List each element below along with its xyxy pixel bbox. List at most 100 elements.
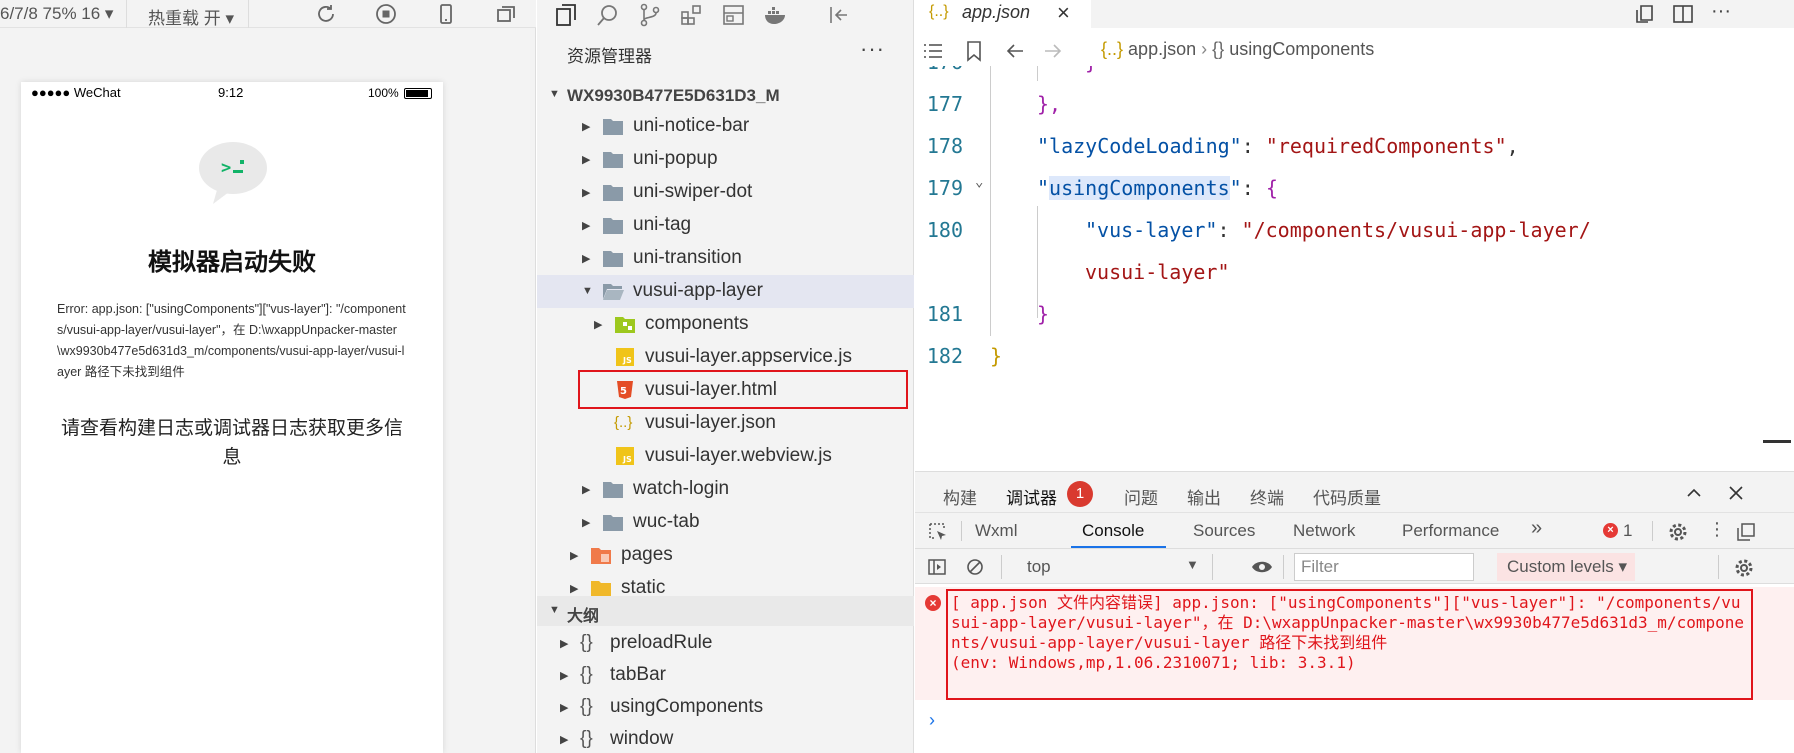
editor-tab-bar: {..} app.json × ···: [915, 0, 1794, 28]
tab-code-quality[interactable]: 代码质量: [1313, 484, 1381, 509]
js-file-icon: JS: [616, 447, 634, 465]
settings-gear-icon[interactable]: [1667, 521, 1689, 543]
tree-item-components[interactable]: ▶ components: [537, 308, 914, 341]
tree-item-static[interactable]: ▶ static: [537, 572, 914, 596]
layout-icon[interactable]: [721, 2, 747, 28]
tree-item-uni-swiper-dot[interactable]: ▶ uni-swiper-dot: [537, 176, 914, 209]
object-icon: {}: [580, 664, 593, 685]
search-icon[interactable]: [595, 2, 621, 28]
tab-build[interactable]: 构建: [943, 484, 977, 509]
stop-icon[interactable]: [374, 2, 398, 26]
chevron-right-icon: ▶: [560, 734, 569, 746]
refresh-icon[interactable]: [314, 2, 338, 26]
project-root[interactable]: ▼ WX9930B477E5D631D3_M: [537, 82, 914, 110]
tab-debugger[interactable]: 调试器: [1006, 484, 1057, 509]
debugger-error-badge: 1: [1067, 481, 1093, 507]
tree-item-uni-notice-bar[interactable]: ▶ uni-notice-bar: [537, 110, 914, 143]
breadcrumb-file[interactable]: app.json: [1128, 39, 1196, 59]
js-file-icon: JS: [616, 348, 634, 366]
console-filter-input[interactable]: [1294, 553, 1474, 581]
explorer-icon[interactable]: [553, 2, 579, 28]
chevron-up-icon[interactable]: [1685, 484, 1703, 502]
close-icon[interactable]: [1727, 484, 1745, 502]
outline-item-tabBar[interactable]: ▶ {} tabBar: [537, 659, 914, 692]
hot-reload-toggle[interactable]: 热重载 开 ▾: [148, 4, 234, 29]
open-preview-icon[interactable]: [1633, 2, 1657, 26]
clear-console-icon[interactable]: [965, 557, 985, 577]
tree-item-vusui-app-layer[interactable]: ▼ vusui-app-layer: [537, 275, 914, 308]
tree-item-wuc-tab[interactable]: ▶ wuc-tab: [537, 506, 914, 539]
log-levels-label: Custom levels ▾: [1507, 557, 1628, 576]
tab-network[interactable]: Network: [1293, 521, 1355, 541]
tree-item-label: uni-notice-bar: [633, 115, 750, 136]
tree-item-uni-popup[interactable]: ▶ uni-popup: [537, 143, 914, 176]
tree-item-uni-tag[interactable]: ▶ uni-tag: [537, 209, 914, 242]
code-editor[interactable]: 176 } 177 }, 178 "lazyCodeLoading": "req…: [915, 66, 1794, 470]
device-selector[interactable]: 6/7/8 75% 16 ▾: [0, 4, 113, 24]
object-icon: {}: [580, 696, 593, 717]
extensions-icon[interactable]: [679, 2, 705, 28]
vertical-dots-icon[interactable]: ⋮: [1708, 519, 1726, 540]
fold-chevron-icon[interactable]: ⌄: [975, 174, 983, 190]
tab-wxml[interactable]: Wxml: [975, 521, 1017, 541]
breadcrumb-symbol[interactable]: usingComponents: [1229, 39, 1374, 59]
more-tabs-button[interactable]: »: [1531, 517, 1542, 540]
split-editor-icon[interactable]: [1671, 2, 1695, 26]
close-icon[interactable]: ×: [1057, 0, 1070, 26]
dock-icon[interactable]: [1735, 521, 1757, 543]
tab-problems[interactable]: 问题: [1124, 484, 1158, 509]
error-count[interactable]: 1: [1623, 521, 1632, 541]
tree-item-watch-login[interactable]: ▶ watch-login: [537, 473, 914, 506]
tab-console[interactable]: Console: [1082, 521, 1144, 541]
code-string: "requiredComponents": [1265, 134, 1507, 158]
chevron-down-icon: ▼: [549, 604, 560, 616]
outline-header[interactable]: ▼ 大纲: [537, 596, 914, 626]
chevron-right-icon: ▶: [570, 583, 579, 595]
console-prompt[interactable]: ›: [929, 710, 935, 731]
console-settings-icon[interactable]: [1733, 557, 1755, 579]
phone-icon[interactable]: [434, 2, 458, 26]
context-selector[interactable]: top ▼: [1021, 554, 1213, 580]
tab-output[interactable]: 输出: [1187, 484, 1221, 509]
tab-app-json[interactable]: {..} app.json ×: [915, 0, 1091, 28]
arrow-left-icon[interactable]: [1003, 39, 1027, 63]
outline-item-preloadRule[interactable]: ▶ {} preloadRule: [537, 627, 914, 660]
outline-item-window[interactable]: ▶ {} window: [537, 723, 914, 753]
outline-item-usingComponents[interactable]: ▶ {} usingComponents: [537, 691, 914, 724]
outline-item-label: usingComponents: [610, 696, 764, 717]
tree-item-pages[interactable]: ▶ pages: [537, 539, 914, 572]
collapse-panel-icon[interactable]: [827, 2, 853, 28]
chevron-right-icon: ▶: [582, 220, 591, 232]
eye-icon[interactable]: [1250, 557, 1274, 577]
chevron-right-icon: ▶: [560, 638, 569, 650]
outline-item-label: preloadRule: [610, 632, 713, 653]
tree-item-vusui-layer-webview-js[interactable]: JS vusui-layer.webview.js: [537, 440, 914, 473]
more-actions-button[interactable]: ···: [860, 36, 885, 62]
tree-item-label: vusui-layer.webview.js: [645, 445, 832, 466]
inspect-element-icon[interactable]: [927, 521, 949, 543]
bookmark-icon[interactable]: [962, 39, 986, 63]
explorer-title: 资源管理器: [567, 47, 652, 66]
line-number: 180: [926, 218, 963, 242]
log-levels-dropdown[interactable]: Custom levels ▾: [1497, 553, 1635, 581]
folder-icon: [603, 251, 623, 267]
explorer-pane: 资源管理器 ··· ▼ WX9930B477E5D631D3_M ▶ uni-n…: [537, 0, 914, 753]
tree-item-uni-transition[interactable]: ▶ uni-transition: [537, 242, 914, 275]
line-number: 178: [926, 134, 963, 158]
more-actions-icon[interactable]: ···: [1711, 0, 1735, 24]
arrow-right-icon[interactable]: [1041, 39, 1065, 63]
source-control-icon[interactable]: [637, 2, 663, 28]
tab-sources[interactable]: Sources: [1193, 521, 1255, 541]
docker-icon[interactable]: [763, 2, 789, 28]
svg-text:>: >: [221, 158, 231, 178]
tab-terminal[interactable]: 终端: [1250, 484, 1284, 509]
chevron-right-icon: ▶: [582, 121, 591, 133]
tree-item-vusui-layer-json[interactable]: {..} vusui-layer.json: [537, 407, 914, 440]
object-icon: {}: [580, 632, 593, 653]
tab-performance[interactable]: Performance: [1402, 521, 1499, 541]
new-window-icon[interactable]: [494, 2, 518, 26]
tree-item-label: uni-popup: [633, 148, 718, 169]
sidebar-toggle-icon[interactable]: [927, 557, 947, 577]
console-error-message: × [ app.json 文件内容错误] app.json: ["usingCo…: [915, 587, 1794, 700]
list-icon[interactable]: [921, 39, 945, 63]
